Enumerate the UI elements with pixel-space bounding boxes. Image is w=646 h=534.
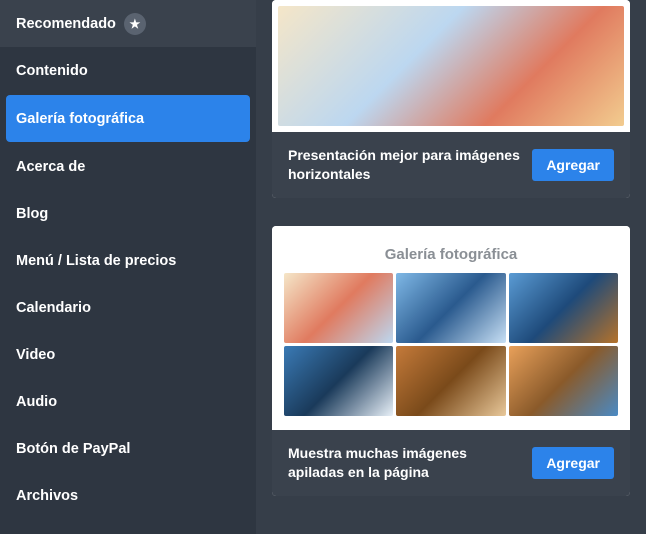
- sidebar-item-blog[interactable]: Blog: [0, 190, 256, 237]
- sidebar-item-label: Audio: [16, 394, 57, 410]
- sidebar-item-archivos[interactable]: Archivos: [0, 472, 256, 519]
- sidebar: Recomendado ★ Contenido Galería fotográf…: [0, 0, 256, 534]
- sidebar-item-label: Contenido: [16, 63, 88, 79]
- sidebar-item-label: Botón de PayPal: [16, 441, 130, 457]
- sidebar-item-label: Video: [16, 347, 55, 363]
- sidebar-item-video[interactable]: Video: [0, 331, 256, 378]
- preview-image: [284, 273, 393, 343]
- sidebar-item-audio[interactable]: Audio: [0, 378, 256, 425]
- card-description: Presentación mejor para imágenes horizon…: [288, 146, 520, 184]
- preview-image: [278, 6, 624, 126]
- sidebar-item-label: Blog: [16, 206, 48, 222]
- sidebar-item-boton-paypal[interactable]: Botón de PayPal: [0, 425, 256, 472]
- card-footer: Muestra muchas imágenes apiladas en la p…: [272, 430, 630, 496]
- sidebar-item-acerca-de[interactable]: Acerca de: [0, 143, 256, 190]
- sidebar-item-label: Recomendado: [16, 16, 116, 32]
- preview-image: [284, 346, 393, 416]
- add-button[interactable]: Agregar: [532, 149, 614, 181]
- preview-image: [396, 273, 505, 343]
- preview-image: [509, 273, 618, 343]
- preview-image: [396, 346, 505, 416]
- card-footer: Presentación mejor para imágenes horizon…: [272, 132, 630, 198]
- preview-title: Galería fotográfica: [278, 232, 624, 273]
- sidebar-item-recomendado[interactable]: Recomendado ★: [0, 0, 256, 47]
- sidebar-item-label: Calendario: [16, 300, 91, 316]
- card-description: Muestra muchas imágenes apiladas en la p…: [288, 444, 520, 482]
- card-preview: [272, 0, 630, 132]
- sidebar-item-label: Menú / Lista de precios: [16, 253, 176, 269]
- card-preview: Galería fotográfica: [272, 226, 630, 430]
- main-panel: Presentación mejor para imágenes horizon…: [256, 0, 646, 534]
- add-button[interactable]: Agregar: [532, 447, 614, 479]
- sidebar-item-menu-precios[interactable]: Menú / Lista de precios: [0, 237, 256, 284]
- sidebar-item-galeria-fotografica[interactable]: Galería fotográfica: [6, 95, 250, 142]
- layout-card: Galería fotográfica Muestra muchas imáge…: [272, 226, 630, 496]
- sidebar-item-label: Archivos: [16, 488, 78, 504]
- star-icon: ★: [124, 13, 146, 35]
- layout-card: Presentación mejor para imágenes horizon…: [272, 0, 630, 198]
- sidebar-item-calendario[interactable]: Calendario: [0, 284, 256, 331]
- sidebar-item-label: Galería fotográfica: [16, 111, 144, 127]
- sidebar-item-label: Acerca de: [16, 159, 85, 175]
- sidebar-item-contenido[interactable]: Contenido: [0, 47, 256, 94]
- preview-grid: [278, 273, 624, 424]
- preview-image: [509, 346, 618, 416]
